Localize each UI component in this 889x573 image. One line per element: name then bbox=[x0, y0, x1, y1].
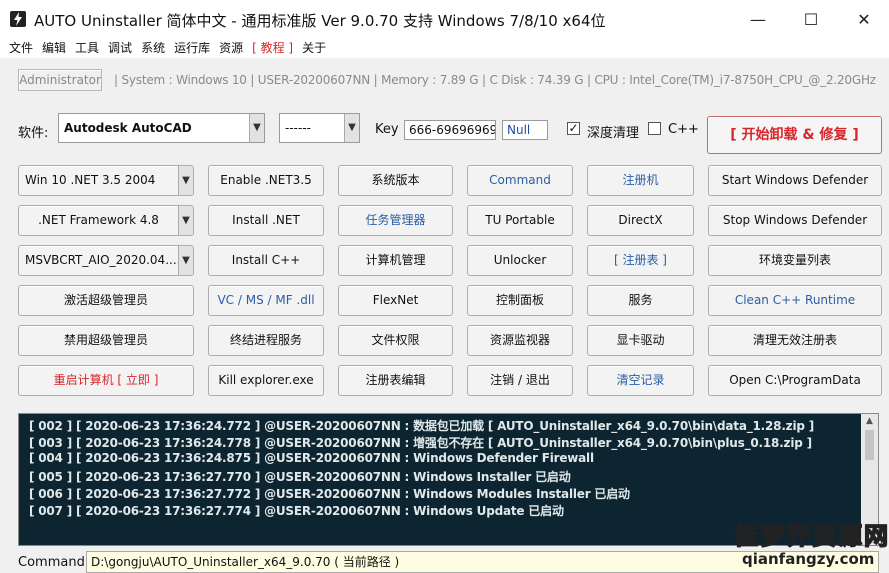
log-line: [ 002 ] [ 2020-06-23 17:36:24.772 ] @USE… bbox=[29, 419, 815, 433]
key-input[interactable]: 666-69696969 bbox=[404, 120, 496, 140]
clear-log-button[interactable]: 清空记录 bbox=[587, 365, 694, 396]
task-manager-button[interactable]: 任务管理器 bbox=[338, 205, 453, 236]
resource-monitor-button[interactable]: 资源监视器 bbox=[467, 325, 573, 356]
dotnet35-select[interactable]: Win 10 .NET 3.5 2004 ▼ bbox=[18, 165, 194, 196]
menu-edit[interactable]: 编辑 bbox=[42, 38, 66, 58]
directx-button[interactable]: DirectX bbox=[587, 205, 694, 236]
log-line: [ 006 ] [ 2020-06-23 17:36:27.772 ] @USE… bbox=[29, 487, 630, 501]
command-button[interactable]: Command bbox=[467, 165, 573, 196]
user-badge: Administrator bbox=[18, 69, 102, 91]
net-framework-select-value: .NET Framework 4.8 bbox=[38, 213, 159, 227]
logout-button[interactable]: 注销 / 退出 bbox=[467, 365, 573, 396]
key-label: Key bbox=[375, 122, 399, 137]
clean-cpp-runtime-button[interactable]: Clean C++ Runtime bbox=[708, 285, 882, 316]
open-programdata-button[interactable]: Open C:\ProgramData bbox=[708, 365, 882, 396]
env-vars-button[interactable]: 环境变量列表 bbox=[708, 245, 882, 276]
msvbcrt-select-value: MSVBCRT_AIO_2020.04.... bbox=[25, 253, 181, 267]
restart-computer-button[interactable]: 重启计算机 [ 立即 ] bbox=[18, 365, 194, 396]
control-panel-button[interactable]: 控制面板 bbox=[467, 285, 573, 316]
computer-management-button[interactable]: 计算机管理 bbox=[338, 245, 453, 276]
version-select-value: ------ bbox=[285, 121, 311, 135]
check-mark-icon: ✓ bbox=[568, 121, 579, 135]
menu-tutorial[interactable]: [ 教程 ] bbox=[252, 38, 293, 58]
kill-explorer-button[interactable]: Kill explorer.exe bbox=[208, 365, 324, 396]
kill-process-service-button[interactable]: 终结进程服务 bbox=[208, 325, 324, 356]
log-line: [ 003 ] [ 2020-06-23 17:36:24.778 ] @USE… bbox=[29, 436, 812, 450]
chevron-down-icon: ▼ bbox=[178, 166, 193, 195]
log-line: [ 007 ] [ 2020-06-23 17:36:27.774 ] @USE… bbox=[29, 504, 564, 518]
services-button[interactable]: 服务 bbox=[587, 285, 694, 316]
enable-net35-button[interactable]: Enable .NET3.5 bbox=[208, 165, 324, 196]
chevron-down-icon: ▼ bbox=[178, 206, 193, 235]
chevron-down-icon: ▼ bbox=[344, 114, 359, 142]
stop-defender-button[interactable]: Stop Windows Defender bbox=[708, 205, 882, 236]
lightning-bolt-icon bbox=[10, 11, 26, 27]
watermark-en: qianfangzy.com bbox=[742, 550, 875, 568]
chevron-down-icon: ▼ bbox=[178, 246, 193, 275]
registry-button[interactable]: [ 注册表 ] bbox=[587, 245, 694, 276]
window-title: AUTO Uninstaller 简体中文 - 通用标准版 Ver 9.0.70… bbox=[34, 12, 606, 30]
start-defender-button[interactable]: Start Windows Defender bbox=[708, 165, 882, 196]
minimize-button[interactable]: — bbox=[733, 0, 783, 38]
disable-admin-button[interactable]: 禁用超级管理员 bbox=[18, 325, 194, 356]
system-version-button[interactable]: 系统版本 bbox=[338, 165, 453, 196]
title-bar: AUTO Uninstaller 简体中文 - 通用标准版 Ver 9.0.70… bbox=[0, 0, 889, 38]
net-framework-select[interactable]: .NET Framework 4.8 ▼ bbox=[18, 205, 194, 236]
scrollbar-thumb[interactable] bbox=[865, 430, 874, 460]
chevron-down-icon: ▼ bbox=[249, 114, 264, 142]
key-extra-input[interactable]: Null bbox=[502, 120, 548, 140]
version-select[interactable]: ------ ▼ bbox=[279, 113, 360, 143]
keygen-button[interactable]: 注册机 bbox=[587, 165, 694, 196]
deep-clean-label: 深度清理 bbox=[587, 126, 640, 141]
log-line: [ 005 ] [ 2020-06-23 17:36:27.770 ] @USE… bbox=[29, 470, 571, 484]
watermark: 佳梦乔资源网 qianfangzy.com bbox=[733, 516, 889, 572]
deep-clean-checkbox[interactable]: ✓ bbox=[567, 122, 580, 135]
menu-tools[interactable]: 工具 bbox=[75, 38, 99, 58]
file-permissions-button[interactable]: 文件权限 bbox=[338, 325, 453, 356]
menu-bar: 文件 编辑 工具 调试 系统 运行库 资源 [ 教程 ] 关于 bbox=[0, 38, 889, 58]
unlocker-button[interactable]: Unlocker bbox=[467, 245, 573, 276]
menu-resources[interactable]: 资源 bbox=[219, 38, 243, 58]
menu-file[interactable]: 文件 bbox=[9, 38, 33, 58]
vc-ms-mf-dll-button[interactable]: VC / MS / MF .dll bbox=[208, 285, 324, 316]
software-row: 软件: Autodesk AutoCAD ▼ ------ ▼ Key 666-… bbox=[0, 104, 889, 154]
software-select[interactable]: Autodesk AutoCAD ▼ bbox=[58, 113, 265, 143]
install-cpp-button[interactable]: Install C++ bbox=[208, 245, 324, 276]
msvbcrt-select[interactable]: MSVBCRT_AIO_2020.04.... ▼ bbox=[18, 245, 194, 276]
maximize-button[interactable]: ☐ bbox=[786, 0, 836, 38]
menu-debug[interactable]: 调试 bbox=[108, 38, 132, 58]
command-label: Command bbox=[18, 555, 85, 570]
system-info-bar: Administrator | System : Windows 10 | US… bbox=[0, 58, 889, 104]
scroll-up-icon[interactable]: ▲ bbox=[861, 416, 878, 426]
flexnet-button[interactable]: FlexNet bbox=[338, 285, 453, 316]
log-line: [ 004 ] [ 2020-06-23 17:36:24.875 ] @USE… bbox=[29, 451, 594, 465]
gpu-driver-button[interactable]: 显卡驱动 bbox=[587, 325, 694, 356]
menu-system[interactable]: 系统 bbox=[141, 38, 165, 58]
registry-editor-button[interactable]: 注册表编辑 bbox=[338, 365, 453, 396]
menu-runtime[interactable]: 运行库 bbox=[174, 38, 210, 58]
menu-about[interactable]: 关于 bbox=[302, 38, 326, 58]
software-select-value: Autodesk AutoCAD bbox=[64, 121, 192, 135]
cpp-label: C++ bbox=[668, 122, 699, 137]
enable-admin-button[interactable]: 激活超级管理员 bbox=[18, 285, 194, 316]
clean-invalid-registry-button[interactable]: 清理无效注册表 bbox=[708, 325, 882, 356]
install-net-button[interactable]: Install .NET bbox=[208, 205, 324, 236]
system-info-text: | System : Windows 10 | USER-20200607NN … bbox=[114, 73, 876, 87]
watermark-cn: 佳梦乔资源网 bbox=[733, 521, 889, 551]
software-label: 软件: bbox=[18, 126, 49, 141]
dotnet35-select-value: Win 10 .NET 3.5 2004 bbox=[25, 173, 156, 187]
start-uninstall-button[interactable]: [ 开始卸载 & 修复 ] bbox=[707, 116, 882, 154]
cpp-checkbox[interactable] bbox=[648, 122, 661, 135]
close-button[interactable]: ✕ bbox=[839, 0, 889, 38]
tu-portable-button[interactable]: TU Portable bbox=[467, 205, 573, 236]
